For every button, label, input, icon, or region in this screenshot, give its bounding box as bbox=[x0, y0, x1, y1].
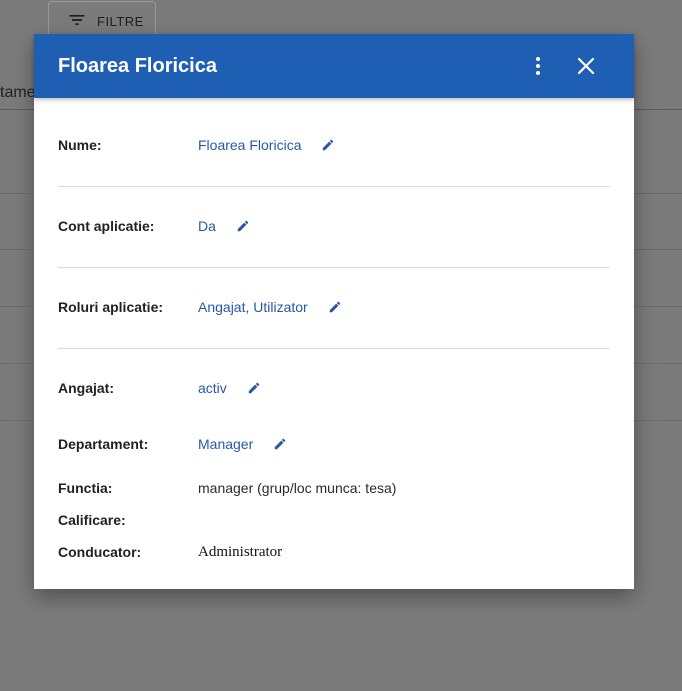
field-divider bbox=[58, 348, 610, 349]
field-label: Angajat: bbox=[58, 380, 114, 396]
field-value: Angajat, Utilizator bbox=[198, 299, 342, 315]
field-value-text: activ bbox=[198, 380, 227, 396]
field-label: Departament: bbox=[58, 436, 149, 452]
field-divider bbox=[58, 267, 610, 268]
field-value-text: Da bbox=[198, 218, 216, 234]
close-button[interactable] bbox=[574, 54, 598, 78]
field-value: activ bbox=[198, 380, 261, 396]
filter-icon bbox=[67, 10, 87, 33]
more-options-button[interactable] bbox=[526, 54, 550, 78]
more-vert-icon bbox=[536, 57, 540, 75]
field-label: Functia: bbox=[58, 480, 113, 496]
field-value-text: Manager bbox=[198, 436, 254, 452]
close-icon bbox=[577, 57, 595, 75]
edit-icon[interactable] bbox=[273, 437, 287, 451]
field-label: Cont aplicatie: bbox=[58, 218, 155, 234]
field-label: Conducator: bbox=[58, 544, 142, 560]
edit-icon[interactable] bbox=[247, 381, 261, 395]
filter-button-label: FILTRE bbox=[97, 13, 144, 29]
field-value-text: Floarea Floricica bbox=[198, 137, 302, 153]
column-header-partial: tame bbox=[0, 84, 36, 101]
employee-details-dialog: Floarea Floricica Nume: Floarea Floricic… bbox=[34, 34, 634, 589]
field-value-text: Administrator bbox=[198, 544, 283, 560]
edit-icon[interactable] bbox=[236, 219, 250, 233]
field-label: Calificare: bbox=[58, 512, 126, 528]
edit-icon[interactable] bbox=[321, 138, 335, 152]
field-divider bbox=[58, 186, 610, 187]
field-value-text: Angajat, Utilizator bbox=[198, 299, 308, 315]
field-value-text: manager (grup/loc munca: tesa) bbox=[198, 480, 397, 496]
field-value: Floarea Floricica bbox=[198, 137, 335, 153]
field-value: Da bbox=[198, 218, 250, 234]
field-label: Roluri aplicatie: bbox=[58, 299, 164, 315]
field-value: Manager bbox=[198, 436, 287, 452]
edit-icon[interactable] bbox=[328, 300, 342, 314]
field-label: Nume: bbox=[58, 137, 102, 153]
dialog-title: Floarea Floricica bbox=[58, 54, 217, 77]
dialog-header: Floarea Floricica bbox=[34, 34, 634, 98]
